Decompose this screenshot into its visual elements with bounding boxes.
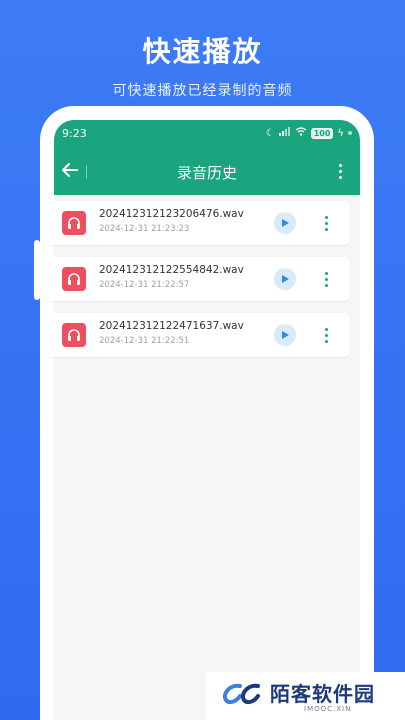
kebab-icon [330, 160, 350, 179]
headphones-icon [62, 211, 86, 235]
recording-date: 2024-12-31 21:22:57 [99, 280, 190, 290]
item-more-button[interactable] [321, 324, 331, 346]
headphones-icon [62, 323, 86, 347]
play-icon [282, 331, 289, 339]
wifi-icon [295, 127, 307, 139]
phone-frame: 9:23 ☾ 100 ϟ 录音历史 [44, 110, 370, 720]
item-more-button[interactable] [321, 212, 331, 234]
play-button[interactable] [274, 212, 296, 234]
promo-subtitle: 可快速播放已经录制的音频 [112, 83, 293, 99]
recording-name: 20241231212255​4842.wav [99, 264, 244, 276]
promo-title: 快速播放 [142, 35, 263, 68]
recording-date: 2024-12-31 21:23:23 [99, 224, 190, 234]
headphones-icon [62, 267, 86, 291]
more-options-button[interactable] [330, 160, 350, 184]
list-item[interactable]: 20241231212247​1637.wav 2024-12-31 21:22… [44, 313, 350, 357]
recording-name: 20241231212320​6476.wav [99, 208, 244, 220]
item-more-button[interactable] [321, 268, 331, 290]
kebab-icon [321, 324, 331, 343]
app-bar: 录音历史 [54, 156, 360, 192]
play-icon [282, 275, 289, 283]
charging-icon: ϟ [337, 127, 344, 139]
watermark: 陌客软件园 IMOOC.XIN [206, 672, 405, 720]
recording-name: 20241231212247​1637.wav [99, 320, 244, 332]
app-header: 9:23 ☾ 100 ϟ 录音历史 [54, 120, 360, 195]
watermark-logo-icon [223, 683, 260, 705]
kebab-icon [321, 268, 331, 287]
status-bar: 9:23 ☾ 100 ϟ [62, 127, 352, 143]
play-icon [282, 219, 289, 227]
moon-icon: ☾ [265, 127, 275, 139]
play-button[interactable] [274, 324, 296, 346]
recording-date: 2024-12-31 21:22:51 [99, 336, 190, 346]
status-time: 9:23 [62, 127, 87, 140]
list-item[interactable]: 20241231212255​4842.wav 2024-12-31 21:22… [44, 257, 350, 301]
watermark-name: 陌客软件园 [270, 682, 375, 706]
play-button[interactable] [274, 268, 296, 290]
kebab-icon [321, 212, 331, 231]
signal-icon [278, 127, 291, 139]
watermark-subtitle: IMOOC.XIN [304, 705, 352, 713]
list-item[interactable]: 20241231212320​6476.wav 2024-12-31 21:23… [44, 201, 350, 245]
indicator-dot [348, 131, 352, 135]
status-icons: ☾ 100 ϟ [266, 127, 352, 139]
phone-side-button [34, 240, 40, 300]
recording-list: 20241231212320​6476.wav 2024-12-31 21:23… [44, 195, 360, 720]
page-title: 录音历史 [176, 164, 237, 182]
battery-indicator: 100 [310, 127, 334, 139]
